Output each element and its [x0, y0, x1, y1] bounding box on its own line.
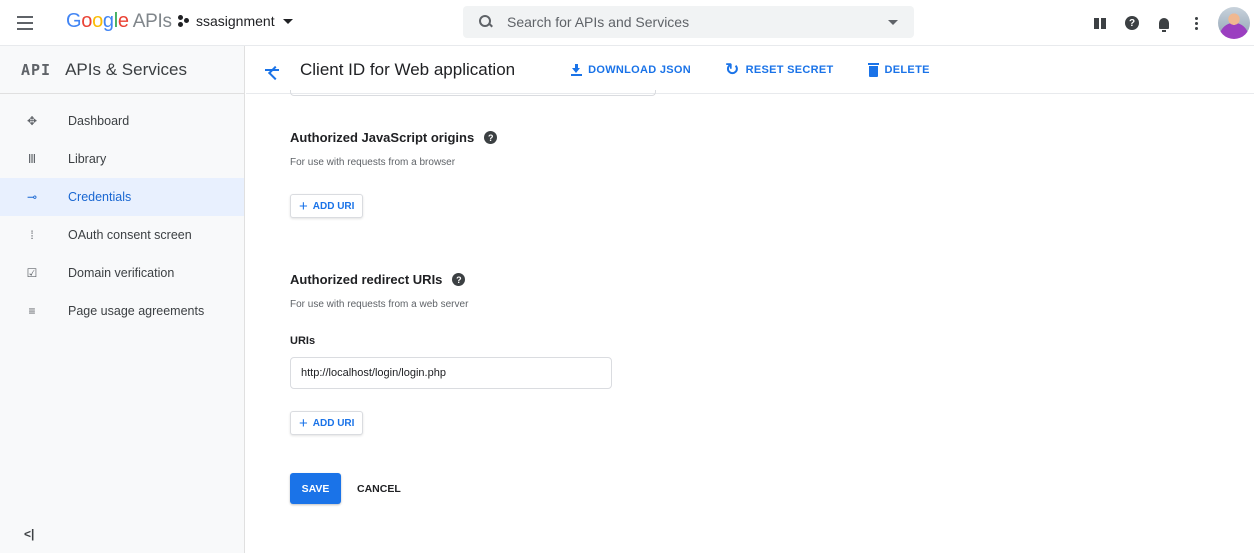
top-actions: ?: [1082, 0, 1254, 46]
redirect-uris-description: For use with requests from a web server: [290, 299, 469, 310]
save-button[interactable]: SAVE: [290, 473, 341, 504]
sidebar-item-label: OAuth consent screen: [68, 228, 192, 242]
js-origins-title: Authorized JavaScript origins ?: [290, 130, 1254, 145]
add-uri-label: ADD URI: [312, 417, 355, 429]
sidebar-item-page-usage[interactable]: ≡ Page usage agreements: [0, 292, 244, 330]
google-apis-logo[interactable]: Google APIs: [66, 10, 172, 33]
apis-wordmark: APIs: [132, 11, 172, 32]
reset-secret-button[interactable]: ↻ RESET SECRET: [725, 61, 834, 78]
trash-icon: [867, 62, 879, 77]
sidebar-item-label: Library: [68, 152, 107, 166]
checkbox-icon: ☑: [26, 266, 38, 280]
add-redirect-uri-button[interactable]: + ADD URI: [290, 411, 364, 435]
cancel-button[interactable]: CANCEL: [357, 483, 401, 495]
search-icon: [479, 15, 493, 29]
sidebar-header: API APIs & Services: [0, 46, 244, 94]
project-name: ssasignment: [196, 13, 275, 29]
redirect-uris-title-text: Authorized redirect URIs: [290, 272, 443, 287]
help-icon[interactable]: ?: [452, 273, 466, 286]
plus-icon: +: [299, 197, 308, 215]
library-icon: Ⅲ: [27, 152, 37, 166]
redirect-uris-title: Authorized redirect URIs ?: [290, 272, 1254, 287]
previous-field-edge: [290, 90, 656, 96]
redirect-uri-field[interactable]: [290, 357, 612, 389]
uris-label: URIs: [290, 335, 316, 347]
js-origins-title-text: Authorized JavaScript origins: [290, 130, 475, 145]
sidebar-title: APIs & Services: [65, 59, 187, 79]
sidebar-item-credentials[interactable]: ⊸ Credentials: [0, 178, 244, 216]
sidebar-item-label: Credentials: [68, 190, 132, 204]
chevron-down-icon: [282, 18, 293, 24]
avatar[interactable]: [1218, 7, 1250, 39]
download-json-button[interactable]: DOWNLOAD JSON: [571, 63, 692, 76]
page-header: Client ID for Web application DOWNLOAD J…: [246, 46, 1254, 94]
refresh-icon: ↻: [725, 60, 740, 79]
js-origins-description: For use with requests from a browser: [290, 157, 456, 168]
add-uri-label: ADD URI: [312, 200, 355, 212]
add-js-origin-button[interactable]: + ADD URI: [290, 194, 364, 218]
search-input[interactable]: [507, 14, 847, 30]
project-icon: [178, 15, 190, 27]
delete-button[interactable]: DELETE: [867, 62, 930, 77]
back-arrow-icon[interactable]: [262, 60, 282, 80]
download-json-label: DOWNLOAD JSON: [588, 63, 692, 76]
consent-icon: ⁞: [30, 228, 34, 242]
page-title: Client ID for Web application: [300, 59, 516, 79]
sidebar-item-oauth-consent[interactable]: ⁞ OAuth consent screen: [0, 216, 244, 254]
hamburger-menu-icon[interactable]: [14, 12, 36, 34]
help-icon[interactable]: ?: [1118, 9, 1146, 37]
main-content: Client ID for Web application DOWNLOAD J…: [246, 46, 1254, 553]
top-bar: GoogleAPIs ssasignment ?: [0, 0, 1254, 46]
notifications-bell-icon[interactable]: [1150, 9, 1178, 37]
collapse-sidebar-icon[interactable]: <|: [24, 527, 34, 541]
delete-label: DELETE: [884, 63, 930, 76]
reset-secret-label: RESET SECRET: [745, 63, 834, 76]
api-logo-icon: API: [21, 60, 52, 79]
google-wordmark: Google: [66, 10, 129, 32]
help-icon[interactable]: ?: [484, 131, 498, 144]
sidebar-item-label: Domain verification: [68, 266, 175, 280]
sidebar-item-dashboard[interactable]: ✥ Dashboard: [0, 102, 244, 140]
form-content: Authorized JavaScript origins ? For use …: [246, 90, 1254, 504]
key-icon: ⊸: [26, 190, 38, 204]
sidebar: API APIs & Services ✥ Dashboard Ⅲ Librar…: [0, 46, 245, 553]
sidebar-item-label: Page usage agreements: [68, 304, 205, 318]
search-dropdown-icon[interactable]: [888, 20, 898, 25]
search-bar[interactable]: [463, 6, 914, 38]
sidebar-item-domain-verification[interactable]: ☑ Domain verification: [0, 254, 244, 292]
download-icon: [571, 63, 583, 76]
plus-icon: +: [299, 414, 308, 432]
more-vert-icon[interactable]: [1182, 9, 1210, 37]
settings-list-icon: ≡: [28, 304, 36, 318]
gift-icon[interactable]: [1086, 9, 1114, 37]
sidebar-item-label: Dashboard: [68, 114, 130, 128]
form-actions: SAVE CANCEL: [290, 473, 1254, 504]
project-selector[interactable]: ssasignment: [178, 13, 293, 29]
sidebar-item-library[interactable]: Ⅲ Library: [0, 140, 244, 178]
dashboard-icon: ✥: [26, 114, 38, 128]
